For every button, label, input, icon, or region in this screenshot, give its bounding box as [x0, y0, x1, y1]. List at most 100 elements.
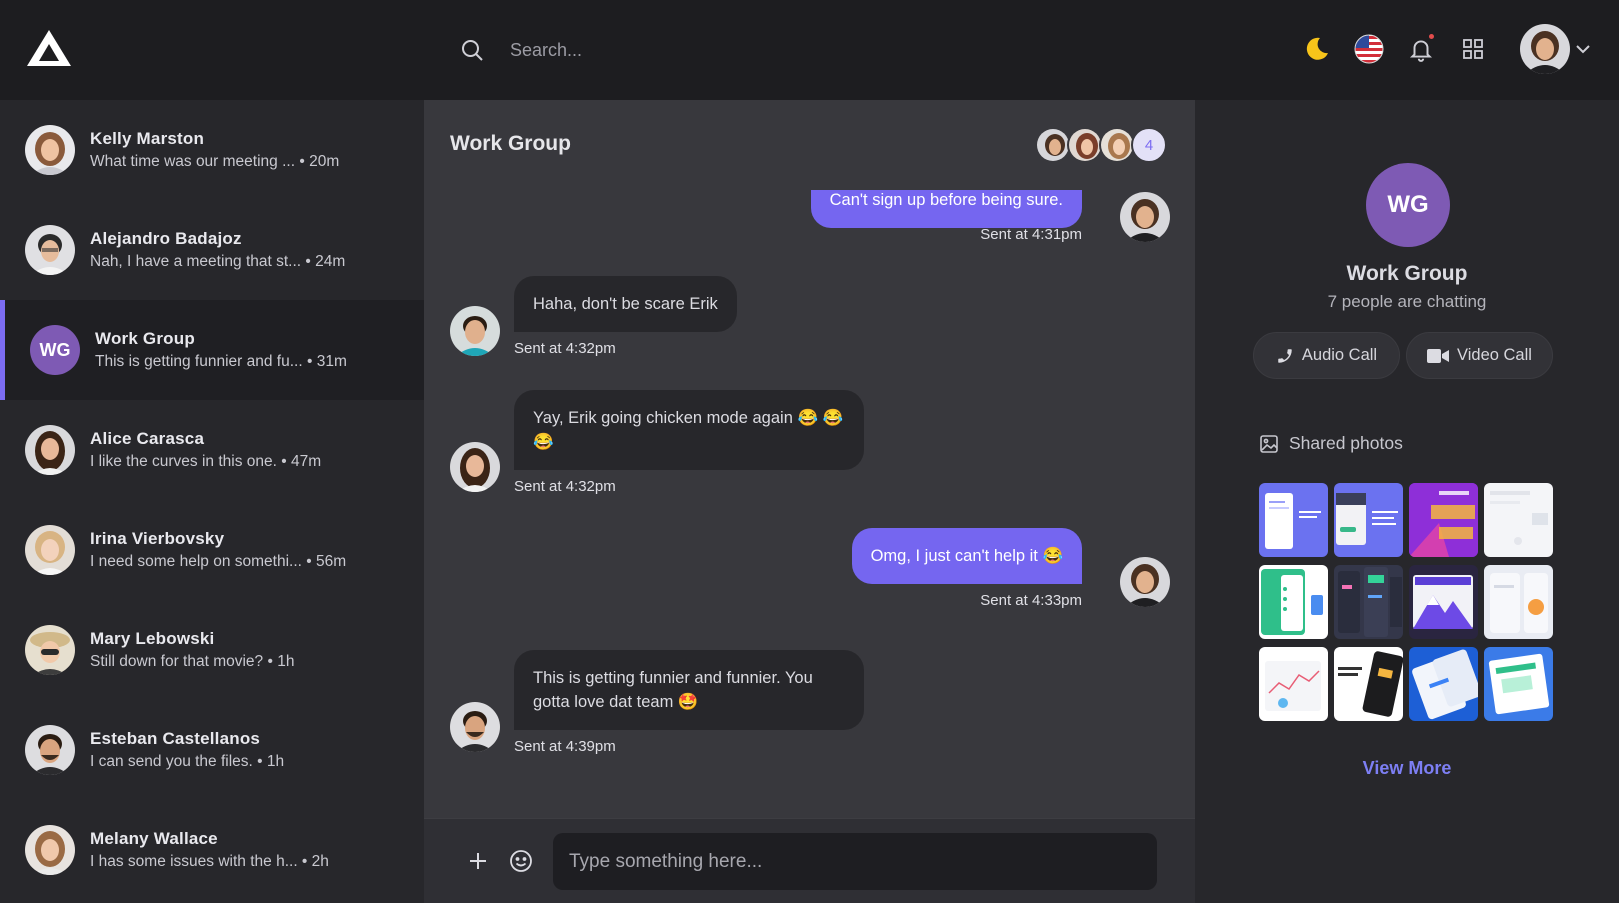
video-call-label: Video Call	[1457, 346, 1532, 364]
notification-dot	[1429, 34, 1434, 39]
sender-avatar	[450, 702, 500, 752]
message-composer	[424, 818, 1195, 903]
member-avatar	[1099, 127, 1135, 163]
avatar	[25, 525, 75, 575]
sender-avatar	[450, 306, 500, 356]
avatar	[25, 425, 75, 475]
top-bar	[0, 0, 1619, 100]
avatar	[25, 825, 75, 875]
message-timestamp: Sent at 4:33pm	[980, 592, 1082, 609]
conversation-name: Kelly Marston	[90, 129, 205, 148]
shared-photo-thumbnail[interactable]	[1484, 647, 1553, 721]
shared-photo-thumbnail[interactable]	[1409, 483, 1478, 557]
message-input[interactable]	[553, 833, 1157, 890]
member-count-badge: 4	[1131, 127, 1167, 163]
message-bubble-outgoing: Can't sign up before being sure.	[810, 190, 1082, 228]
conversation-preview: This is getting funnier and fu... • 31m	[95, 353, 347, 370]
conversation-name: Mary Lebowski	[90, 629, 215, 648]
shared-photo-thumbnail[interactable]	[1259, 565, 1328, 639]
member-avatar	[1035, 127, 1071, 163]
avatar	[25, 125, 75, 175]
audio-call-label: Audio Call	[1301, 346, 1378, 364]
message-bubble-incoming: Haha, don't be scare Erik	[514, 276, 737, 332]
conversation-preview: I like the curves in this one. • 47m	[90, 453, 322, 470]
logo-icon[interactable]	[26, 28, 72, 68]
shared-photo-thumbnail[interactable]	[1334, 565, 1403, 639]
search-icon	[462, 40, 483, 61]
language-selector[interactable]	[1354, 34, 1384, 64]
sender-avatar	[1120, 192, 1170, 242]
dark-mode-toggle[interactable]	[1302, 34, 1332, 64]
emoji-icon[interactable]	[509, 849, 533, 873]
message-bubble-incoming: Yay, Erik going chicken mode again 😂 😂 😂	[514, 390, 864, 470]
shared-photo-thumbnail[interactable]	[1259, 483, 1328, 557]
conversation-item[interactable]: Melany Wallace I has some issues with th…	[0, 800, 424, 900]
conversation-item[interactable]: Kelly Marston What time was our meeting …	[0, 100, 424, 200]
shared-photos-grid	[1259, 483, 1559, 721]
sender-avatar	[1120, 557, 1170, 607]
video-camera-icon	[1427, 348, 1450, 363]
group-subtitle: 7 people are chatting	[1327, 292, 1487, 311]
avatar	[25, 225, 75, 275]
conversation-item[interactable]: Esteban Castellanos I can send you the f…	[0, 700, 424, 800]
group-name: Work Group	[1346, 262, 1468, 285]
user-avatar-image	[1520, 24, 1570, 74]
shared-photos-heading: Shared photos	[1259, 433, 1403, 454]
image-icon	[1260, 434, 1278, 453]
conversation-item[interactable]: Irina Vierbovsky I need some help on som…	[0, 500, 424, 600]
message-timestamp: Sent at 4:32pm	[514, 478, 616, 495]
message-timestamp: Sent at 4:39pm	[514, 738, 616, 755]
conversation-name: Melany Wallace	[90, 829, 218, 848]
chat-panel: Work Group 4 Can't sign up before being …	[424, 100, 1195, 903]
audio-call-button[interactable]: Audio Call	[1253, 332, 1400, 379]
moon-icon	[1306, 37, 1328, 60]
conversation-preview: Nah, I have a meeting that st... • 24m	[90, 253, 346, 270]
shared-photo-thumbnail[interactable]	[1409, 647, 1478, 721]
conversation-name: Alice Carasca	[90, 429, 205, 448]
member-avatar	[1067, 127, 1103, 163]
conversation-list: Kelly Marston What time was our meeting …	[0, 100, 424, 903]
conversation-name: Esteban Castellanos	[90, 729, 261, 748]
shared-photo-thumbnail[interactable]	[1484, 565, 1553, 639]
avatar	[25, 625, 75, 675]
notifications-button[interactable]	[1406, 34, 1436, 64]
search-input[interactable]	[510, 30, 1110, 70]
chat-members[interactable]: 4	[1035, 127, 1167, 163]
shared-photos-label: Shared photos	[1289, 433, 1403, 453]
conversation-name: Work Group	[95, 329, 195, 348]
view-more-link[interactable]: View More	[1195, 758, 1619, 779]
message-bubble-outgoing: Omg, I just can't help it 😂	[851, 528, 1082, 584]
video-call-button[interactable]: Video Call	[1406, 332, 1553, 379]
conversation-name: Irina Vierbovsky	[90, 529, 225, 548]
shared-photo-thumbnail[interactable]	[1409, 565, 1478, 639]
sender-avatar	[450, 442, 500, 492]
group-details-panel: WG Work Group 7 people are chatting Audi…	[1195, 100, 1619, 903]
conversation-item[interactable]: Alejandro Badajoz Nah, I have a meeting …	[0, 200, 424, 300]
apps-button[interactable]	[1458, 34, 1488, 64]
conversation-preview: I can send you the files. • 1h	[90, 753, 285, 770]
avatar	[25, 725, 75, 775]
chat-title: Work Group	[450, 132, 571, 155]
conversation-name: Alejandro Badajoz	[90, 229, 242, 248]
message-list: Can't sign up before being sure. Sent at…	[424, 190, 1195, 810]
shared-photo-thumbnail[interactable]	[1334, 647, 1403, 721]
bell-icon	[1409, 40, 1433, 62]
shared-photo-thumbnail[interactable]	[1484, 483, 1553, 557]
message-timestamp: Sent at 4:31pm	[980, 226, 1082, 243]
conversation-preview: I has some issues with the h... • 2h	[90, 853, 329, 870]
chevron-down-icon[interactable]	[1574, 40, 1592, 58]
conversation-item-active[interactable]: WG Work Group This is getting funnier an…	[0, 300, 424, 400]
group-avatar-large: WG	[1366, 163, 1450, 247]
group-avatar: WG	[30, 325, 80, 375]
phone-icon	[1278, 348, 1292, 363]
conversation-preview: Still down for that movie? • 1h	[90, 653, 295, 670]
conversation-item[interactable]: Alice Carasca I like the curves in this …	[0, 400, 424, 500]
conversation-item[interactable]: Mary Lebowski Still down for that movie?…	[0, 600, 424, 700]
plus-icon[interactable]	[466, 849, 490, 873]
us-flag-icon	[1354, 34, 1384, 64]
shared-photo-thumbnail[interactable]	[1259, 647, 1328, 721]
message-timestamp: Sent at 4:32pm	[514, 340, 616, 357]
conversation-preview: What time was our meeting ... • 20m	[90, 153, 340, 170]
shared-photo-thumbnail[interactable]	[1334, 483, 1403, 557]
profile-avatar[interactable]	[1520, 24, 1570, 74]
